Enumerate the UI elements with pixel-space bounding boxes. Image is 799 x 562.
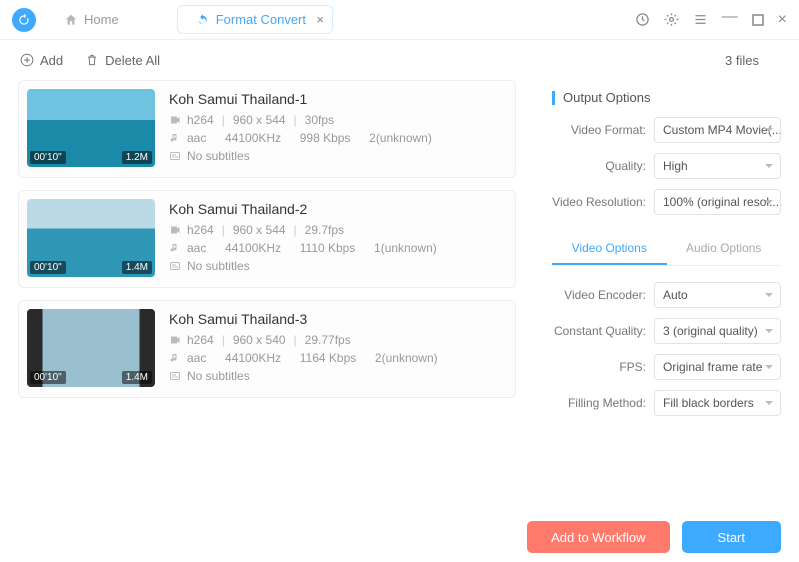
output-title: Output Options <box>563 90 650 105</box>
filling-label: Filling Method: <box>552 396 654 410</box>
resolution-select[interactable]: 100% (original resol... <box>654 189 781 215</box>
titlebar: Home Format Convert × — × <box>0 0 799 40</box>
video-encoder-select[interactable]: Auto <box>654 282 781 308</box>
file-tile[interactable]: 00'10" 1.4M Koh Samui Thailand-3 h264| 9… <box>18 300 516 398</box>
size-badge: 1.2M <box>122 151 152 164</box>
file-title: Koh Samui Thailand-1 <box>169 91 509 107</box>
tile-info: Koh Samui Thailand-3 h264| 960 x 540| 29… <box>163 301 515 397</box>
home-icon <box>64 13 78 27</box>
video-format-select[interactable]: Custom MP4 Movie(... <box>654 117 781 143</box>
app-logo <box>12 8 36 32</box>
video-icon <box>169 114 181 126</box>
add-to-workflow-button[interactable]: Add to Workflow <box>527 521 669 553</box>
quality-label: Quality: <box>552 159 654 173</box>
video-icon <box>169 334 181 346</box>
refresh-icon <box>196 13 210 27</box>
plus-icon <box>20 53 34 67</box>
tab-home[interactable]: Home <box>46 6 137 33</box>
tab-audio-options[interactable]: Audio Options <box>667 233 782 265</box>
output-panel: Output Options Video Format: Custom MP4 … <box>534 80 799 512</box>
output-head: Output Options <box>552 90 781 105</box>
tile-info: Koh Samui Thailand-2 h264| 960 x 544| 29… <box>163 191 515 287</box>
video-format-label: Video Format: <box>552 123 654 137</box>
size-badge: 1.4M <box>122 261 152 274</box>
resolution-label: Video Resolution: <box>552 195 654 209</box>
duration-badge: 00'10" <box>30 371 66 384</box>
tab-active-label: Format Convert <box>216 12 306 27</box>
audio-icon <box>169 242 181 254</box>
gear-icon[interactable] <box>664 12 679 27</box>
fps-label: FPS: <box>552 360 654 374</box>
delete-all-label: Delete All <box>105 53 160 68</box>
thumbnail[interactable]: 00'10" 1.2M <box>27 89 155 167</box>
add-button[interactable]: Add <box>20 53 63 68</box>
trash-icon <box>85 53 99 67</box>
duration-badge: 00'10" <box>30 151 66 164</box>
thumbnail[interactable]: 00'10" 1.4M <box>27 309 155 387</box>
video-icon <box>169 224 181 236</box>
constant-quality-select[interactable]: 3 (original quality) <box>654 318 781 344</box>
menu-icon[interactable] <box>693 12 708 27</box>
file-tile[interactable]: 00'10" 1.4M Koh Samui Thailand-2 h264| 9… <box>18 190 516 288</box>
file-list: 00'10" 1.2M Koh Samui Thailand-1 h264| 9… <box>0 80 534 512</box>
file-count: 3 files <box>725 53 759 68</box>
delete-all-button[interactable]: Delete All <box>85 53 160 68</box>
subtitle-icon <box>169 260 181 272</box>
audio-icon <box>169 352 181 364</box>
fps-select[interactable]: Original frame rate <box>654 354 781 380</box>
video-encoder-label: Video Encoder: <box>552 288 654 302</box>
toolbar: Add Delete All 3 files <box>0 40 799 80</box>
option-tabs: Video Options Audio Options <box>552 233 781 266</box>
tab-format-convert[interactable]: Format Convert × <box>177 5 333 34</box>
duration-badge: 00'10" <box>30 261 66 274</box>
subtitle-icon <box>169 370 181 382</box>
file-title: Koh Samui Thailand-2 <box>169 201 509 217</box>
add-label: Add <box>40 53 63 68</box>
maximize-icon[interactable] <box>752 14 764 26</box>
size-badge: 1.4M <box>122 371 152 384</box>
tile-info: Koh Samui Thailand-1 h264| 960 x 544| 30… <box>163 81 515 177</box>
file-title: Koh Samui Thailand-3 <box>169 311 509 327</box>
file-tile[interactable]: 00'10" 1.2M Koh Samui Thailand-1 h264| 9… <box>18 80 516 178</box>
start-button[interactable]: Start <box>682 521 781 553</box>
tab-home-label: Home <box>84 12 119 27</box>
tab-video-options[interactable]: Video Options <box>552 233 667 265</box>
subtitle-icon <box>169 150 181 162</box>
minimize-icon[interactable]: — <box>722 8 738 26</box>
quality-select[interactable]: High <box>654 153 781 179</box>
footer: Add to Workflow Start <box>0 512 799 562</box>
close-window-icon[interactable]: × <box>778 11 787 29</box>
thumbnail[interactable]: 00'10" 1.4M <box>27 199 155 277</box>
constant-quality-label: Constant Quality: <box>552 324 654 338</box>
filling-select[interactable]: Fill black borders <box>654 390 781 416</box>
audio-icon <box>169 132 181 144</box>
window-controls: — × <box>635 11 787 29</box>
close-icon[interactable]: × <box>316 12 324 27</box>
history-icon[interactable] <box>635 12 650 27</box>
